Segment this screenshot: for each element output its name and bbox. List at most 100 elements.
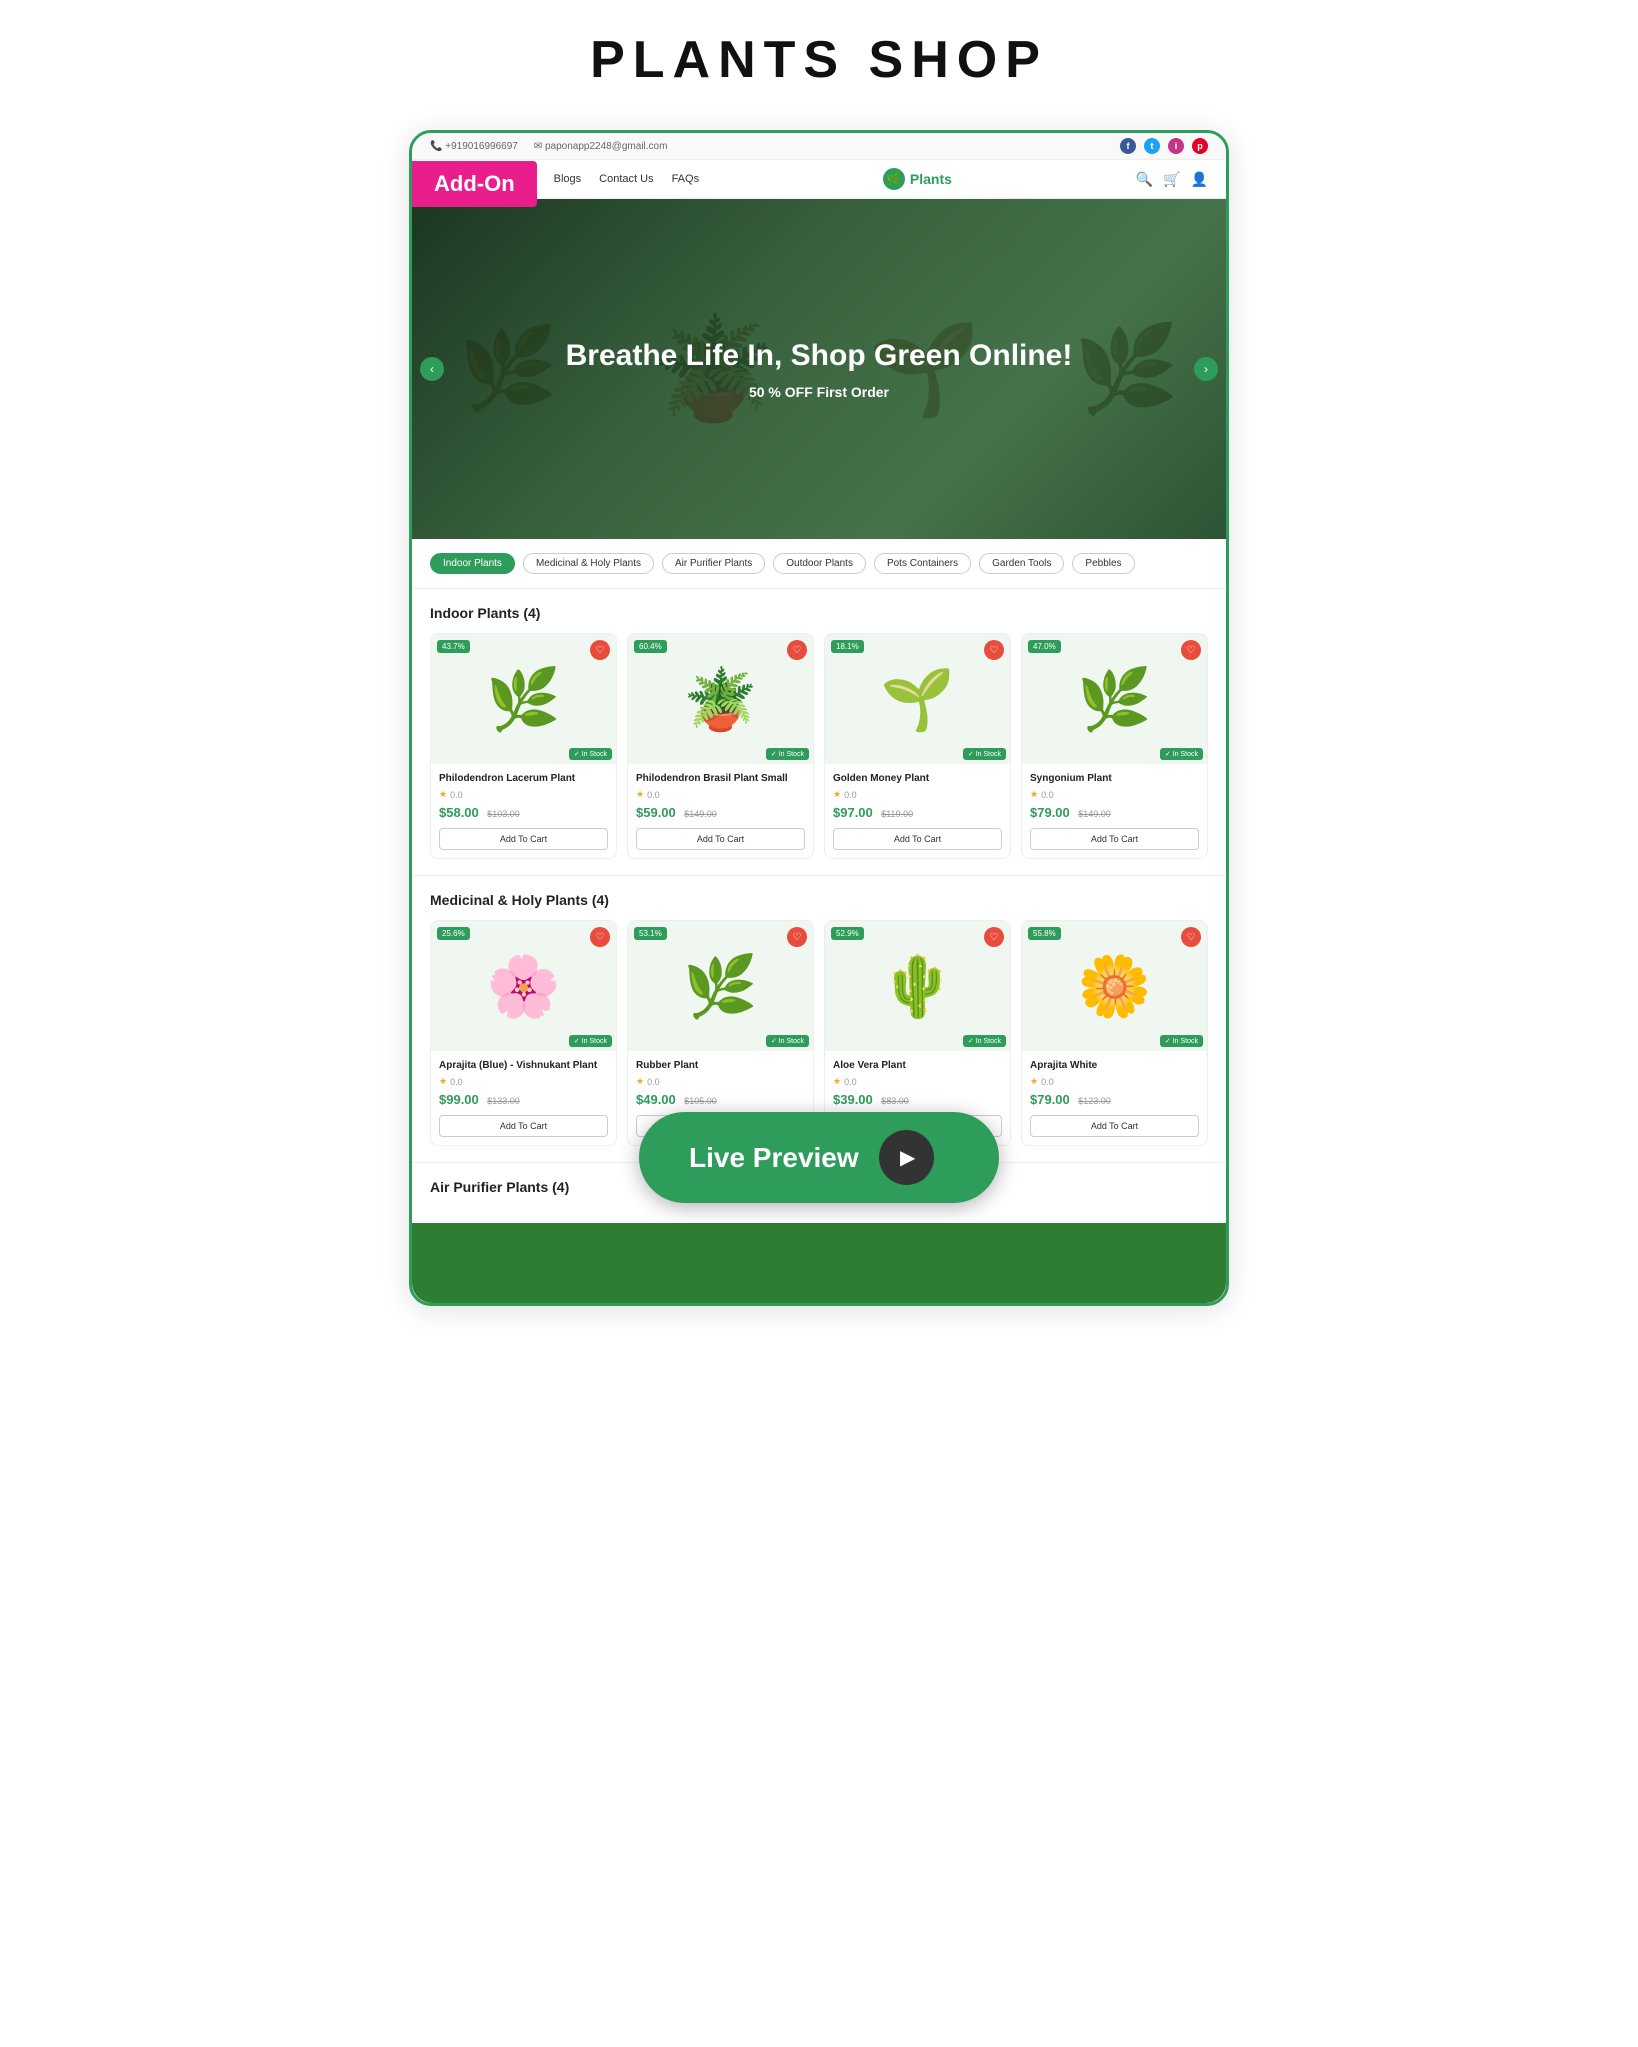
original-price: $149.00 (1078, 809, 1111, 819)
twitter-icon[interactable]: t (1144, 138, 1160, 154)
product-info: Aprajita White ★ 0.0 $79.00 $123.00 Add … (1022, 1051, 1207, 1145)
product-image: 🌿 ✓ In Stock (628, 921, 813, 1051)
pinterest-icon[interactable]: p (1192, 138, 1208, 154)
product-image: 🌿 ✓ In Stock (1022, 634, 1207, 764)
instagram-icon[interactable]: i (1168, 138, 1184, 154)
product-image: 🌵 ✓ In Stock (825, 921, 1010, 1051)
product-price: $59.00 (636, 805, 676, 820)
product-price: $79.00 (1030, 1092, 1070, 1107)
product-name: Rubber Plant (636, 1059, 805, 1072)
product-info: Philodendron Brasil Plant Small ★ 0.0 $5… (628, 764, 813, 858)
price-row: $59.00 $149.00 (636, 804, 805, 822)
hero-next-arrow[interactable]: › (1194, 357, 1218, 381)
add-to-cart-button[interactable]: Add To Cart (1030, 828, 1199, 850)
in-stock-badge: ✓ In Stock (1160, 1035, 1203, 1047)
wishlist-button[interactable]: ♡ (1181, 927, 1201, 947)
cat-tab-air-purifier[interactable]: Air Purifier Plants (662, 553, 765, 574)
original-price: $149.00 (684, 809, 717, 819)
price-row: $79.00 $123.00 (1030, 1091, 1199, 1109)
in-stock-badge: ✓ In Stock (1160, 748, 1203, 760)
product-name: Aprajita White (1030, 1059, 1199, 1072)
product-card: 43.7% ♡ 🌿 ✓ In Stock Philodendron Laceru… (430, 633, 617, 859)
indoor-products-grid: 43.7% ♡ 🌿 ✓ In Stock Philodendron Laceru… (430, 633, 1208, 859)
wishlist-button[interactable]: ♡ (787, 640, 807, 660)
in-stock-badge: ✓ In Stock (766, 748, 809, 760)
product-price: $39.00 (833, 1092, 873, 1107)
wishlist-button[interactable]: ♡ (590, 640, 610, 660)
play-button[interactable]: ▶ (879, 1130, 934, 1185)
wishlist-button[interactable]: ♡ (1181, 640, 1201, 660)
original-price: $133.00 (487, 1096, 520, 1106)
nav-faqs[interactable]: FAQs (672, 173, 700, 185)
product-rating: ★ 0.0 (439, 1076, 608, 1087)
rating-value: 0.0 (647, 1077, 660, 1087)
price-row: $58.00 $103.00 (439, 804, 608, 822)
wishlist-button[interactable]: ♡ (984, 640, 1004, 660)
hero-title: Breathe Life In, Shop Green Online! (566, 338, 1073, 374)
product-info: Philodendron Lacerum Plant ★ 0.0 $58.00 … (431, 764, 616, 858)
product-info: Syngonium Plant ★ 0.0 $79.00 $149.00 Add… (1022, 764, 1207, 858)
product-card: 55.8% ♡ 🌼 ✓ In Stock Aprajita White ★ 0.… (1021, 920, 1208, 1146)
medicinal-section-title: Medicinal & Holy Plants (4) (430, 892, 1208, 908)
cat-tab-indoor[interactable]: Indoor Plants (430, 553, 515, 574)
star-icon: ★ (1030, 789, 1038, 800)
wishlist-button[interactable]: ♡ (787, 927, 807, 947)
top-bar: 📞 +919016996697 ✉ paponapp2248@gmail.com… (412, 133, 1226, 160)
live-preview-label: Live Preview (689, 1142, 859, 1174)
discount-badge: 60.4% (634, 640, 667, 653)
device-frame: Add-On 📞 +919016996697 ✉ paponapp2248@gm… (409, 130, 1229, 1306)
rating-value: 0.0 (844, 1077, 857, 1087)
search-icon[interactable]: 🔍 (1136, 171, 1153, 188)
top-bar-left: 📞 +919016996697 ✉ paponapp2248@gmail.com (430, 141, 667, 152)
plant-icon: 🪴 (683, 664, 758, 735)
product-price: $79.00 (1030, 805, 1070, 820)
plant-icon: 🌸 (486, 951, 561, 1022)
play-icon: ▶ (900, 1145, 915, 1170)
user-icon[interactable]: 👤 (1191, 171, 1208, 188)
in-stock-badge: ✓ In Stock (963, 1035, 1006, 1047)
plant-icon: 🌿 (683, 951, 758, 1022)
facebook-icon[interactable]: f (1120, 138, 1136, 154)
product-name: Golden Money Plant (833, 772, 1002, 785)
nav-blogs[interactable]: Blogs (554, 173, 582, 185)
product-info: Golden Money Plant ★ 0.0 $97.00 $119.00 … (825, 764, 1010, 858)
category-tabs: Indoor Plants Medicinal & Holy Plants Ai… (412, 539, 1226, 589)
cat-tab-pots[interactable]: Pots Containers (874, 553, 971, 574)
add-to-cart-button[interactable]: Add To Cart (439, 828, 608, 850)
nav-logo[interactable]: 🌿 Plants (883, 168, 952, 190)
cat-tab-medicinal[interactable]: Medicinal & Holy Plants (523, 553, 654, 574)
cat-tab-pebbles[interactable]: Pebbles (1072, 553, 1134, 574)
product-rating: ★ 0.0 (833, 789, 1002, 800)
wishlist-button[interactable]: ♡ (590, 927, 610, 947)
star-icon: ★ (636, 1076, 644, 1087)
original-price: $83.00 (881, 1096, 909, 1106)
product-price: $49.00 (636, 1092, 676, 1107)
cat-tab-garden-tools[interactable]: Garden Tools (979, 553, 1064, 574)
add-to-cart-button[interactable]: Add To Cart (1030, 1115, 1199, 1137)
original-price: $123.00 (1078, 1096, 1111, 1106)
add-to-cart-button[interactable]: Add To Cart (636, 828, 805, 850)
indoor-section-title: Indoor Plants (4) (430, 605, 1208, 621)
hero-prev-arrow[interactable]: ‹ (420, 357, 444, 381)
product-rating: ★ 0.0 (1030, 789, 1199, 800)
product-name: Philodendron Brasil Plant Small (636, 772, 805, 785)
product-rating: ★ 0.0 (833, 1076, 1002, 1087)
add-to-cart-button[interactable]: Add To Cart (439, 1115, 608, 1137)
product-rating: ★ 0.0 (636, 1076, 805, 1087)
star-icon: ★ (439, 789, 447, 800)
plant-icon: 🌿 (1077, 664, 1152, 735)
cart-icon[interactable]: 🛒 (1163, 171, 1180, 188)
product-image: 🌿 ✓ In Stock (431, 634, 616, 764)
cat-tab-outdoor[interactable]: Outdoor Plants (773, 553, 866, 574)
product-price: $99.00 (439, 1092, 479, 1107)
rating-value: 0.0 (450, 790, 463, 800)
product-image: 🌼 ✓ In Stock (1022, 921, 1207, 1051)
discount-badge: 18.1% (831, 640, 864, 653)
price-row: $99.00 $133.00 (439, 1091, 608, 1109)
price-row: $97.00 $119.00 (833, 804, 1002, 822)
product-card: 60.4% ♡ 🪴 ✓ In Stock Philodendron Brasil… (627, 633, 814, 859)
add-to-cart-button[interactable]: Add To Cart (833, 828, 1002, 850)
logo-text: Plants (910, 171, 952, 187)
wishlist-button[interactable]: ♡ (984, 927, 1004, 947)
nav-contact[interactable]: Contact Us (599, 173, 653, 185)
